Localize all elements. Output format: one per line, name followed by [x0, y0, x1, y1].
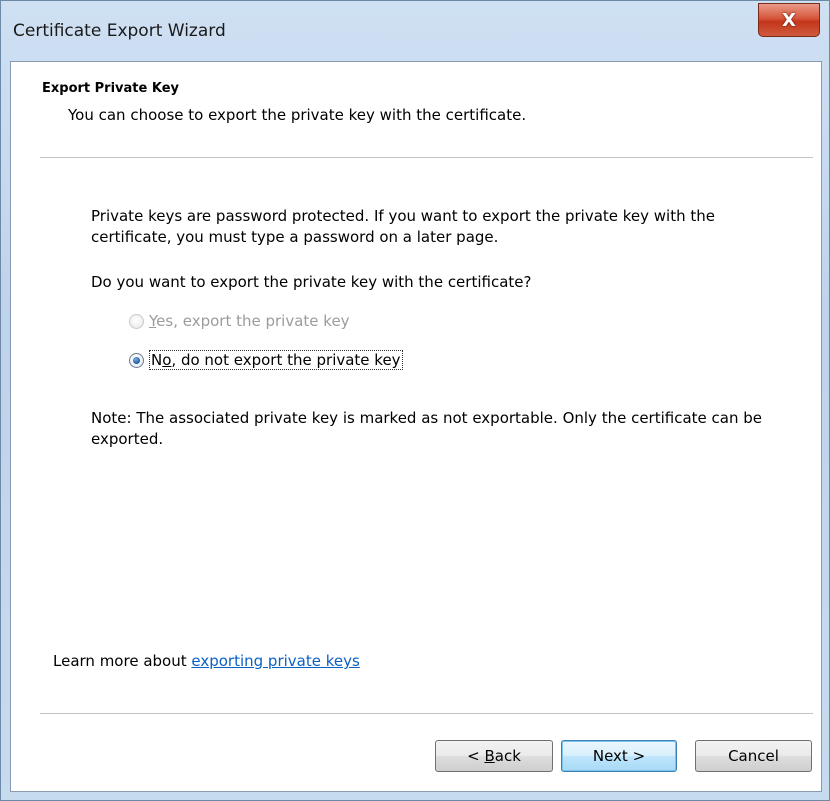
radio-selected-dot	[133, 356, 140, 364]
export-question: Do you want to export the private key wi…	[91, 273, 532, 291]
title-bar[interactable]: Certificate Export Wizard X	[1, 1, 829, 61]
back-button[interactable]: < Back	[435, 740, 553, 772]
page-title: Export Private Key	[42, 81, 179, 96]
window-title: Certificate Export Wizard	[13, 21, 226, 41]
wizard-window: Certificate Export Wizard X Export Priva…	[0, 0, 830, 801]
learn-more-link[interactable]: exporting private keys	[191, 652, 359, 670]
close-button[interactable]: X	[758, 3, 820, 37]
cancel-button[interactable]: Cancel	[695, 740, 812, 772]
intro-text: Private keys are password protected. If …	[91, 207, 715, 246]
radio-button-yes[interactable]	[129, 313, 144, 329]
radio-no-export[interactable]: No, do not export the private key	[129, 350, 403, 370]
footer-divider	[40, 713, 813, 714]
not-exportable-note: Note: The associated private key is mark…	[91, 409, 762, 448]
radio-no-label: No, do not export the private key	[149, 350, 403, 370]
close-icon: X	[782, 9, 796, 31]
header-divider	[40, 157, 813, 158]
radio-button-no[interactable]	[129, 352, 144, 368]
next-button[interactable]: Next >	[561, 740, 677, 772]
radio-yes-export[interactable]: Yes, export the private key	[129, 312, 350, 330]
wizard-page: Export Private Key You can choose to exp…	[10, 61, 822, 792]
radio-yes-label: Yes, export the private key	[149, 312, 350, 330]
page-subtitle: You can choose to export the private key…	[68, 106, 527, 124]
learn-more-text: Learn more about exporting private keys	[53, 652, 360, 670]
